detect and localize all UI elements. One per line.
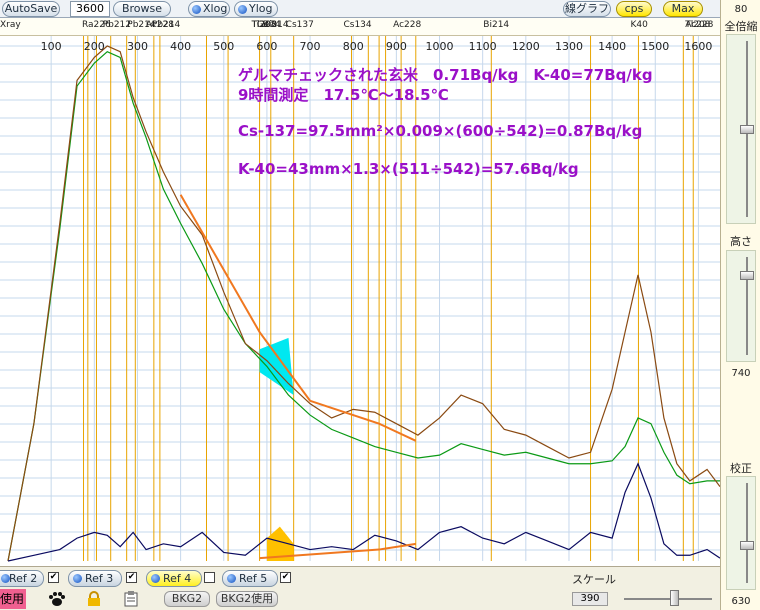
ref5-checkbox[interactable]: ✔	[280, 572, 291, 583]
x-tick-label: 700	[300, 40, 321, 53]
ylog-label: Ylog	[249, 2, 273, 15]
height-label: 高さ	[730, 235, 752, 248]
top-value: 80	[734, 4, 748, 15]
browse-button[interactable]: Browse	[113, 1, 171, 17]
height-thumb[interactable]	[740, 271, 754, 280]
calib-slider[interactable]	[726, 476, 756, 590]
radio-icon	[192, 5, 201, 14]
x-tick-label: 200	[84, 40, 105, 53]
zoom-label: 全倍縮	[724, 20, 758, 33]
x-tick-label: 1200	[512, 40, 540, 53]
marker-label: Ac228	[393, 20, 422, 30]
line-graph-button[interactable]: 線グラフ	[563, 1, 611, 17]
scale-track	[624, 598, 712, 600]
height-value: 740	[731, 368, 751, 379]
bkg2-button[interactable]: BKG2	[164, 591, 210, 607]
ref5-label: Ref 5	[239, 572, 268, 585]
x-tick-label: 1600	[684, 40, 712, 53]
ref2-button[interactable]: Ref 2	[0, 570, 44, 587]
toolbar: AutoSave 3600 Browse Xlog Ylog 線グラフ cps …	[0, 0, 720, 18]
ref2-checkbox[interactable]: ✔	[48, 572, 59, 583]
radio-icon	[227, 574, 236, 583]
x-tick-label: 1400	[598, 40, 626, 53]
xlog-label: Xlog	[203, 2, 228, 15]
scale-thumb[interactable]	[670, 590, 679, 606]
ref4-checkbox[interactable]	[204, 572, 215, 583]
annotation-text: K-40=43mm×1.3×(511÷542)=57.6Bq/kg	[238, 160, 579, 178]
ref3-label: Ref 3	[85, 572, 114, 585]
marker-label: Cs134	[343, 20, 372, 30]
x-tick-label: 500	[213, 40, 234, 53]
x-tick-label: 1500	[641, 40, 669, 53]
ref5-button[interactable]: Ref 5	[222, 570, 278, 587]
marker-label: Xray	[0, 20, 21, 30]
marker-label-bar: Xray Ra226 Pb212 Pb214 Ac228 Pb214 Ge74 Tl208 Ti…	[0, 18, 720, 36]
marker-label: Pb214	[151, 20, 181, 30]
bottom-value: 630	[731, 596, 751, 607]
x-tick-label: 100	[41, 40, 62, 53]
zoom-thumb[interactable]	[740, 125, 754, 134]
x-tick-label: 900	[386, 40, 407, 53]
marker-label: Cs137	[285, 20, 314, 30]
bottom-bar: Ref 2 ✔ Ref 3 ✔ Ref 4 Ref 5 ✔ 使用 BKG2 BK…	[0, 566, 720, 610]
bkg2-use-button[interactable]: BKG2使用	[216, 591, 278, 607]
clipboard-icon[interactable]	[122, 591, 140, 607]
xlog-toggle[interactable]: Xlog	[188, 1, 230, 17]
marker-label: Bi214	[483, 20, 510, 30]
ref4-button[interactable]: Ref 4	[146, 570, 202, 587]
time-field[interactable]: 3600	[70, 1, 110, 17]
scale-value: 390	[572, 592, 608, 606]
ref3-checkbox[interactable]: ✔	[126, 572, 137, 583]
x-tick-label: 300	[127, 40, 148, 53]
calib-thumb[interactable]	[740, 541, 754, 550]
max-button[interactable]: Max	[663, 1, 703, 17]
ylog-toggle[interactable]: Ylog	[234, 1, 278, 17]
cps-button[interactable]: cps	[616, 1, 652, 17]
annotation-text: 9時間測定 17.5℃～18.5℃	[238, 86, 449, 104]
radio-icon	[238, 5, 247, 14]
x-tick-label: 1100	[469, 40, 497, 53]
right-panel: 80 全倍縮 高さ 740 校正 630	[720, 0, 760, 610]
paw-icon[interactable]	[48, 591, 66, 607]
scale-label: スケール	[572, 573, 616, 586]
zoom-slider[interactable]	[726, 34, 756, 224]
x-tick-label: 1300	[555, 40, 583, 53]
annotation-text: Cs-137=97.5mm²×0.009×(600÷542)=0.87Bq/kg	[238, 122, 642, 140]
calib-label: 校正	[730, 462, 752, 475]
scale-slider[interactable]	[620, 577, 714, 607]
ref4-label: Ref 4	[163, 572, 192, 585]
height-slider[interactable]	[726, 250, 756, 362]
radio-icon	[1, 574, 10, 583]
ref2-label: Ref 2	[9, 572, 38, 585]
x-tick-label: 800	[343, 40, 364, 53]
x-tick-label: 600	[256, 40, 277, 53]
annotation-text: ゲルマチェックされた玄米 0.71Bq/kg K-40=77Bq/kg	[238, 66, 653, 84]
x-tick-label: 1000	[426, 40, 454, 53]
use-label: 使用	[0, 589, 26, 609]
radio-icon	[73, 574, 82, 583]
marker-label: K40	[630, 20, 648, 30]
lock-icon[interactable]	[86, 591, 102, 607]
spectrum-chart: 100 200 300 400 500 600 700 800 900 1000 1100 1200 1…	[0, 36, 720, 566]
radio-icon	[151, 574, 160, 583]
ref3-button[interactable]: Ref 3	[68, 570, 122, 587]
autosave-button[interactable]: AutoSave	[2, 1, 60, 17]
calib-track	[746, 483, 748, 583]
marker-label: Ac228	[685, 20, 714, 30]
x-tick-label: 400	[170, 40, 191, 53]
